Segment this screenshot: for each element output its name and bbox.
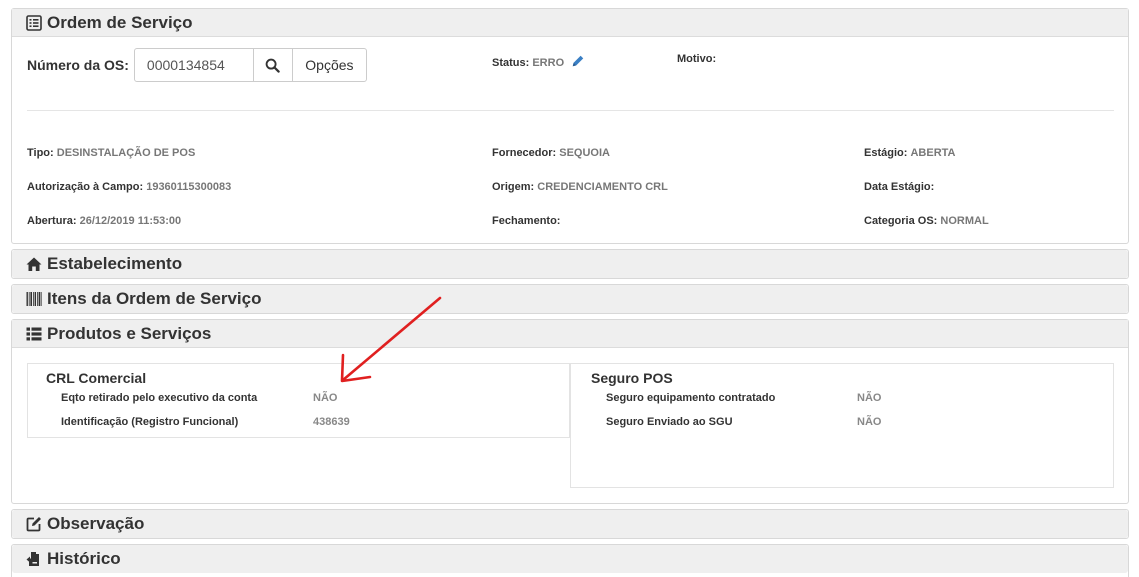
itens-panel: Itens da Ordem de Serviço: [11, 284, 1129, 314]
abertura-label: Abertura:: [27, 215, 77, 227]
estabelecimento-panel: Estabelecimento: [11, 249, 1129, 279]
numero-os-row: Número da OS: Opções: [27, 48, 367, 82]
autorizacao-value: 19360115300083: [146, 181, 232, 193]
motivo-field: Motivo:: [677, 53, 716, 65]
produtos-panel: Produtos e Serviços CRL Comercial Eqto r…: [11, 319, 1129, 504]
edit-icon: [26, 517, 41, 532]
produtos-header[interactable]: Produtos e Serviços: [12, 320, 1128, 348]
fornecedor-label: Fornecedor:: [492, 147, 557, 159]
data-estagio-field: Data Estágio:: [864, 181, 934, 193]
historico-panel: Histórico: [11, 544, 1129, 577]
observacao-title: Observação: [47, 514, 145, 533]
origem-label: Origem:: [492, 181, 535, 193]
itens-title: Itens da Ordem de Serviço: [47, 289, 262, 308]
historico-title: Histórico: [47, 549, 121, 568]
crl-comercial-box: CRL Comercial Eqto retirado pelo executi…: [27, 363, 570, 438]
seguro-row-label: Seguro equipamento contratado: [606, 392, 776, 404]
crl-comercial-title: CRL Comercial: [46, 370, 147, 386]
barcode-icon: [26, 292, 42, 306]
crl-row-label: Eqto retirado pelo executivo da conta: [61, 392, 258, 404]
fornecedor-field: Fornecedor: SEQUOIA: [492, 147, 610, 159]
numero-os-input[interactable]: [133, 48, 254, 82]
historico-header[interactable]: Histórico: [12, 545, 1128, 573]
search-button[interactable]: [252, 48, 293, 82]
status-field: Status: ERRO: [492, 54, 585, 69]
categoria-label: Categoria OS:: [864, 215, 938, 227]
list-alt-icon: [26, 14, 42, 31]
ordem-servico-title: Ordem de Serviço: [47, 12, 193, 32]
seguro-row-label: Seguro Enviado ao SGU: [606, 416, 733, 428]
estabelecimento-header[interactable]: Estabelecimento: [12, 250, 1128, 278]
crl-row-value: 438639: [313, 416, 350, 428]
pencil-icon[interactable]: [571, 54, 585, 68]
observacao-header[interactable]: Observação: [12, 510, 1128, 538]
estagio-field: Estágio: ABERTA: [864, 147, 955, 159]
autorizacao-label: Autorização à Campo:: [27, 181, 144, 193]
motivo-label: Motivo:: [677, 53, 717, 65]
home-icon: [26, 257, 42, 271]
estagio-label: Estágio:: [864, 147, 908, 159]
status-label: Status:: [492, 57, 530, 69]
seguro-row-value: NÃO: [857, 392, 882, 404]
tipo-label: Tipo:: [27, 147, 54, 159]
crl-row-label: Identificação (Registro Funcional): [61, 416, 239, 428]
estabelecimento-title: Estabelecimento: [47, 254, 183, 273]
search-icon: [266, 58, 281, 73]
divider: [27, 110, 1114, 111]
ordem-servico-panel: Ordem de Serviço Número da OS: Opções St…: [11, 8, 1129, 244]
abertura-field: Abertura: 26/12/2019 11:53:00: [27, 215, 181, 227]
origem-field: Origem: CREDENCIAMENTO CRL: [492, 181, 668, 193]
estagio-value: ABERTA: [910, 147, 956, 159]
tipo-value: DESINSTALAÇÃO DE POS: [56, 147, 196, 159]
list-icon: [26, 327, 42, 340]
fechamento-label: Fechamento:: [492, 215, 561, 227]
tipo-field: Tipo: DESINSTALAÇÃO DE POS: [27, 147, 195, 159]
history-icon: [26, 552, 39, 566]
autorizacao-field: Autorização à Campo: 19360115300083: [27, 181, 231, 193]
opcoes-button[interactable]: Opções: [291, 48, 367, 82]
numero-os-label: Número da OS:: [27, 57, 129, 73]
itens-header[interactable]: Itens da Ordem de Serviço: [12, 285, 1128, 313]
seguro-pos-box: Seguro POS Seguro equipamento contratado…: [570, 363, 1114, 488]
fechamento-field: Fechamento:: [492, 215, 560, 227]
fornecedor-value: SEQUOIA: [559, 147, 610, 159]
origem-value: CREDENCIAMENTO CRL: [537, 181, 668, 193]
categoria-value: NORMAL: [940, 215, 989, 227]
status-value: ERRO: [532, 57, 565, 69]
observacao-panel: Observação: [11, 509, 1129, 539]
abertura-value: 26/12/2019 11:53:00: [79, 215, 182, 227]
ordem-servico-header[interactable]: Ordem de Serviço: [12, 9, 1128, 37]
produtos-title: Produtos e Serviços: [47, 323, 212, 343]
categoria-field: Categoria OS: NORMAL: [864, 215, 989, 227]
data-estagio-label: Data Estágio:: [864, 181, 935, 193]
seguro-pos-title: Seguro POS: [591, 370, 673, 386]
crl-row-value: NÃO: [313, 392, 338, 404]
seguro-row-value: NÃO: [857, 416, 882, 428]
